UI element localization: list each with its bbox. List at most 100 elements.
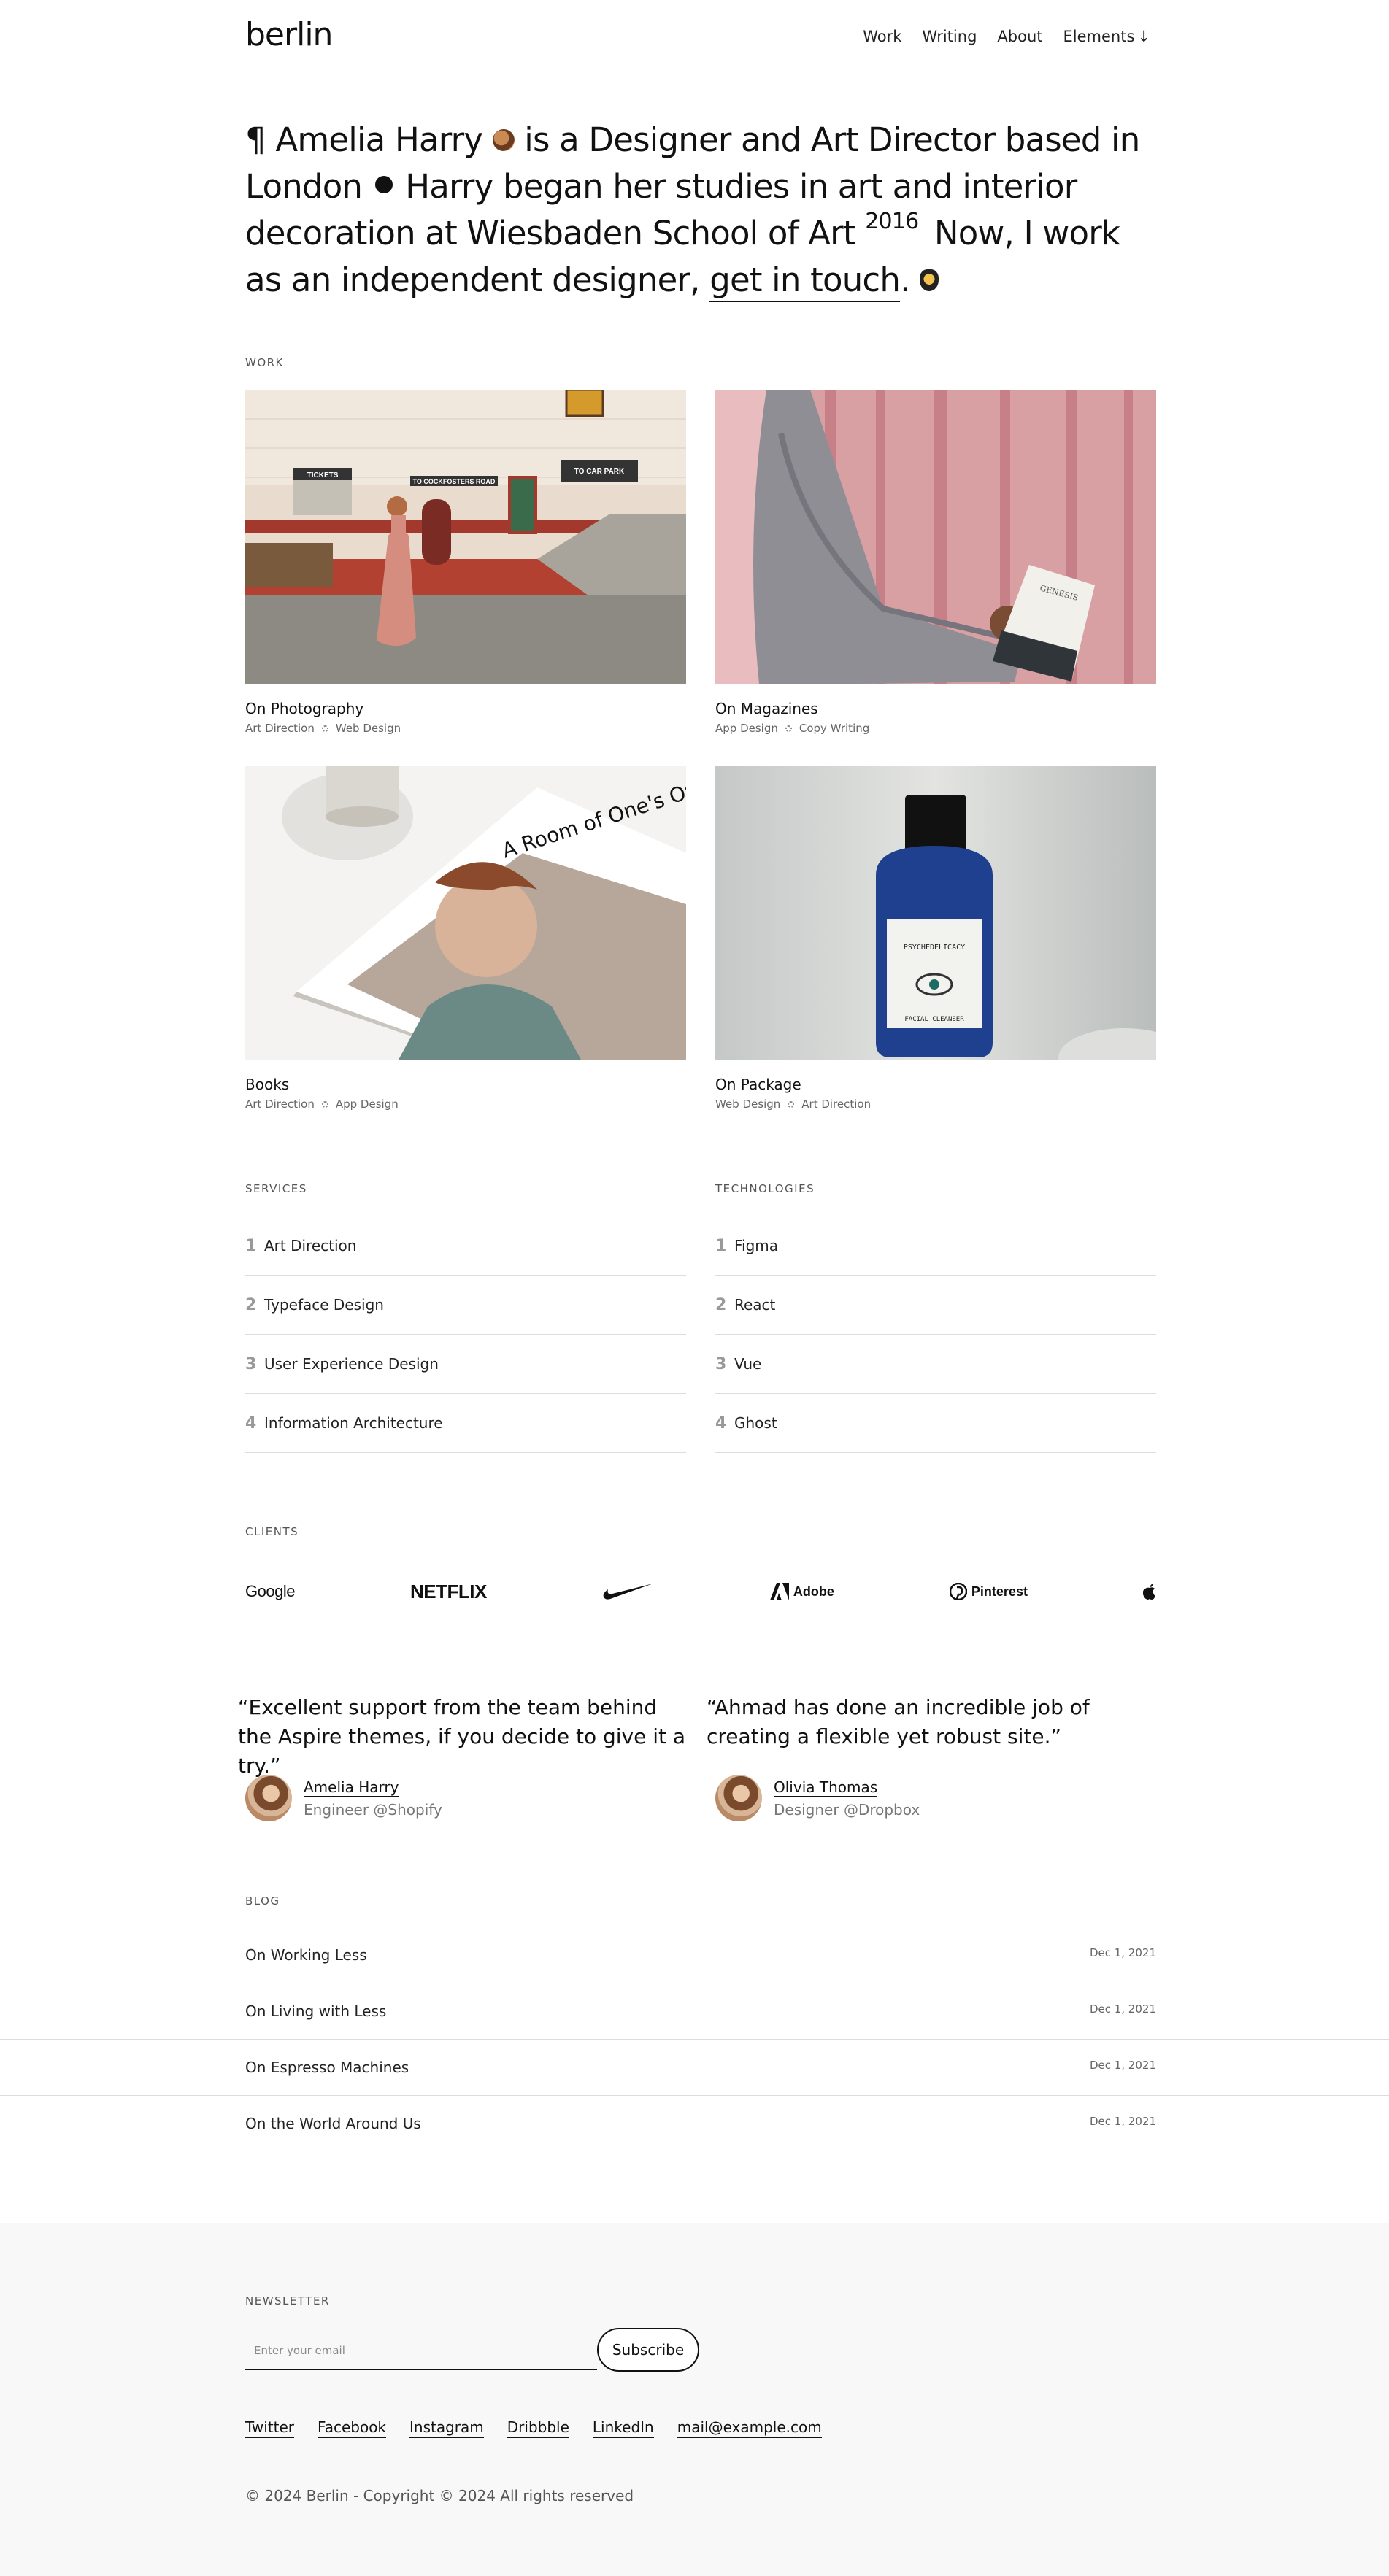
list-item: 1 Art Direction: [245, 1216, 686, 1276]
pinterest-label: Pinterest: [971, 1584, 1028, 1599]
author-name[interactable]: Olivia Thomas: [774, 1778, 878, 1797]
blog-title[interactable]: On Espresso Machines: [245, 2059, 409, 2076]
cockfosters-sign: TO COCKFOSTERS ROAD: [413, 478, 496, 485]
tag[interactable]: App Design: [336, 1098, 399, 1111]
nav-elements-label: Elements: [1063, 28, 1135, 45]
arrow-down-icon: ↓: [1137, 28, 1150, 45]
tickets-sign: TICKETS: [307, 471, 339, 479]
work-card-magazines[interactable]: GENESIS On Magazines App Design Copy Wri…: [715, 390, 1156, 735]
tag-separator-icon: [321, 725, 328, 732]
tag[interactable]: Web Design: [715, 1098, 780, 1111]
avatar: [715, 1775, 762, 1821]
work-title[interactable]: On Photography: [245, 700, 686, 717]
bottle-brand: PSYCHEDELICACY: [904, 944, 965, 952]
blog-date: Dec 1, 2021: [1089, 2059, 1156, 2072]
tag[interactable]: Art Direction: [245, 722, 315, 735]
tag[interactable]: Art Direction: [801, 1098, 871, 1111]
bottle-sub: FACIAL CLEANSER: [904, 1016, 964, 1023]
author-name[interactable]: Amelia Harry: [304, 1778, 399, 1797]
site-logo[interactable]: berlin: [245, 16, 333, 53]
author-role: Engineer @Shopify: [304, 1800, 442, 1819]
work-card-package[interactable]: PSYCHEDELICACY FACIAL CLEANSER On Packag…: [715, 766, 1156, 1111]
email-input[interactable]: [245, 2332, 597, 2370]
technology-label: Vue: [734, 1355, 762, 1373]
work-label: Work: [245, 356, 284, 369]
list-number: 4: [245, 1414, 257, 1432]
work-tags: App Design Copy Writing: [715, 722, 1156, 735]
technology-label: React: [734, 1296, 776, 1314]
work-title[interactable]: On Package: [715, 1076, 1156, 1093]
linkedin-link[interactable]: LinkedIn: [592, 2418, 654, 2438]
list-item: 4 Ghost: [715, 1394, 1156, 1453]
blog-title[interactable]: On the World Around Us: [245, 2115, 421, 2132]
services-label: Services: [245, 1182, 307, 1195]
tag[interactable]: App Design: [715, 722, 778, 735]
blog-date: Dec 1, 2021: [1089, 2002, 1156, 2016]
service-label: Art Direction: [264, 1237, 357, 1254]
list-item: 1 Figma: [715, 1216, 1156, 1276]
dribbble-link[interactable]: Dribbble: [507, 2418, 569, 2438]
magazines-image[interactable]: GENESIS: [715, 390, 1156, 684]
list-item: 2 React: [715, 1276, 1156, 1335]
work-card-books[interactable]: A Room of One's Own Books Art Direction …: [245, 766, 686, 1111]
social-links: Twitter Facebook Instagram Dribbble Link…: [245, 2418, 822, 2438]
list-number: 4: [715, 1414, 727, 1432]
technology-label: Ghost: [734, 1414, 777, 1432]
blog-title[interactable]: On Working Less: [245, 1946, 367, 1964]
service-label: User Experience Design: [264, 1355, 439, 1373]
facebook-link[interactable]: Facebook: [318, 2418, 387, 2438]
twitter-link[interactable]: Twitter: [245, 2418, 295, 2438]
instagram-link[interactable]: Instagram: [409, 2418, 484, 2438]
adobe-label: Adobe: [793, 1584, 834, 1599]
photography-image[interactable]: TICKETS TO COCKFOSTERS ROAD TO CAR PARK: [245, 390, 686, 684]
avatar-emoji-icon: [492, 129, 515, 151]
blog-row[interactable]: On Working Less Dec 1, 2021: [0, 1927, 1389, 1983]
nav-work[interactable]: Work: [863, 28, 901, 45]
work-title[interactable]: On Magazines: [715, 700, 1156, 717]
list-number: 3: [715, 1354, 727, 1373]
list-item: 3 User Experience Design: [245, 1335, 686, 1394]
technologies-label: Technologies: [715, 1182, 815, 1195]
blog-row[interactable]: On Espresso Machines Dec 1, 2021: [0, 2040, 1389, 2096]
email-link[interactable]: mail@example.com: [677, 2418, 822, 2438]
tag[interactable]: Art Direction: [245, 1098, 315, 1111]
nike-logo: [602, 1582, 655, 1601]
carpark-sign: TO CAR PARK: [574, 468, 625, 476]
work-title[interactable]: Books: [245, 1076, 686, 1093]
apple-logo: [1142, 1584, 1156, 1600]
package-image[interactable]: PSYCHEDELICACY FACIAL CLEANSER: [715, 766, 1156, 1060]
work-tags: Web Design Art Direction: [715, 1098, 1156, 1111]
blog-date: Dec 1, 2021: [1089, 2115, 1156, 2128]
blog-row[interactable]: On the World Around Us Dec 1, 2021: [0, 2096, 1389, 2151]
hero-year: 2016: [865, 209, 919, 234]
list-number: 1: [245, 1236, 257, 1255]
peace-hand-icon: [920, 269, 939, 291]
tag[interactable]: Copy Writing: [799, 722, 869, 735]
netflix-logo: NETFLIX: [409, 1580, 487, 1603]
blog-title[interactable]: On Living with Less: [245, 2002, 386, 2020]
get-in-touch-link[interactable]: get in touch: [709, 261, 901, 302]
service-label: Information Architecture: [264, 1414, 443, 1432]
subscribe-button[interactable]: Subscribe: [597, 2328, 699, 2372]
nav-elements[interactable]: Elements ↓: [1063, 28, 1151, 45]
books-image[interactable]: A Room of One's Own: [245, 766, 686, 1060]
services-list: 1 Art Direction 2 Typeface Design 3 User Ex…: [245, 1216, 686, 1453]
author-role: Designer @Dropbox: [774, 1800, 920, 1819]
clients-label: Clients: [245, 1525, 299, 1538]
footer: [0, 2223, 1389, 2576]
copyright: © 2024 Berlin - Copyright © 2024 All rig…: [245, 2487, 634, 2504]
testimonial-author: Olivia Thomas Designer @Dropbox: [715, 1775, 920, 1821]
nav-writing[interactable]: Writing: [922, 28, 977, 45]
blog-row[interactable]: On Living with Less Dec 1, 2021: [0, 1983, 1389, 2040]
adobe-logo: Adobe: [769, 1583, 834, 1600]
tag[interactable]: Web Design: [336, 722, 401, 735]
technology-label: Figma: [734, 1237, 779, 1254]
nav-about[interactable]: About: [997, 28, 1042, 45]
newsletter-label: Newsletter: [245, 2294, 330, 2307]
pinterest-logo: Pinterest: [949, 1583, 1028, 1600]
work-card-photography[interactable]: TICKETS TO COCKFOSTERS ROAD TO CAR PARK …: [245, 390, 686, 735]
testimonial-author: Amelia Harry Engineer @Shopify: [245, 1775, 442, 1821]
avatar: [245, 1775, 292, 1821]
tag-separator-icon: [785, 725, 792, 732]
hero-intro: ¶ Amelia Harry is a Designer and Art Dir…: [245, 117, 1165, 304]
